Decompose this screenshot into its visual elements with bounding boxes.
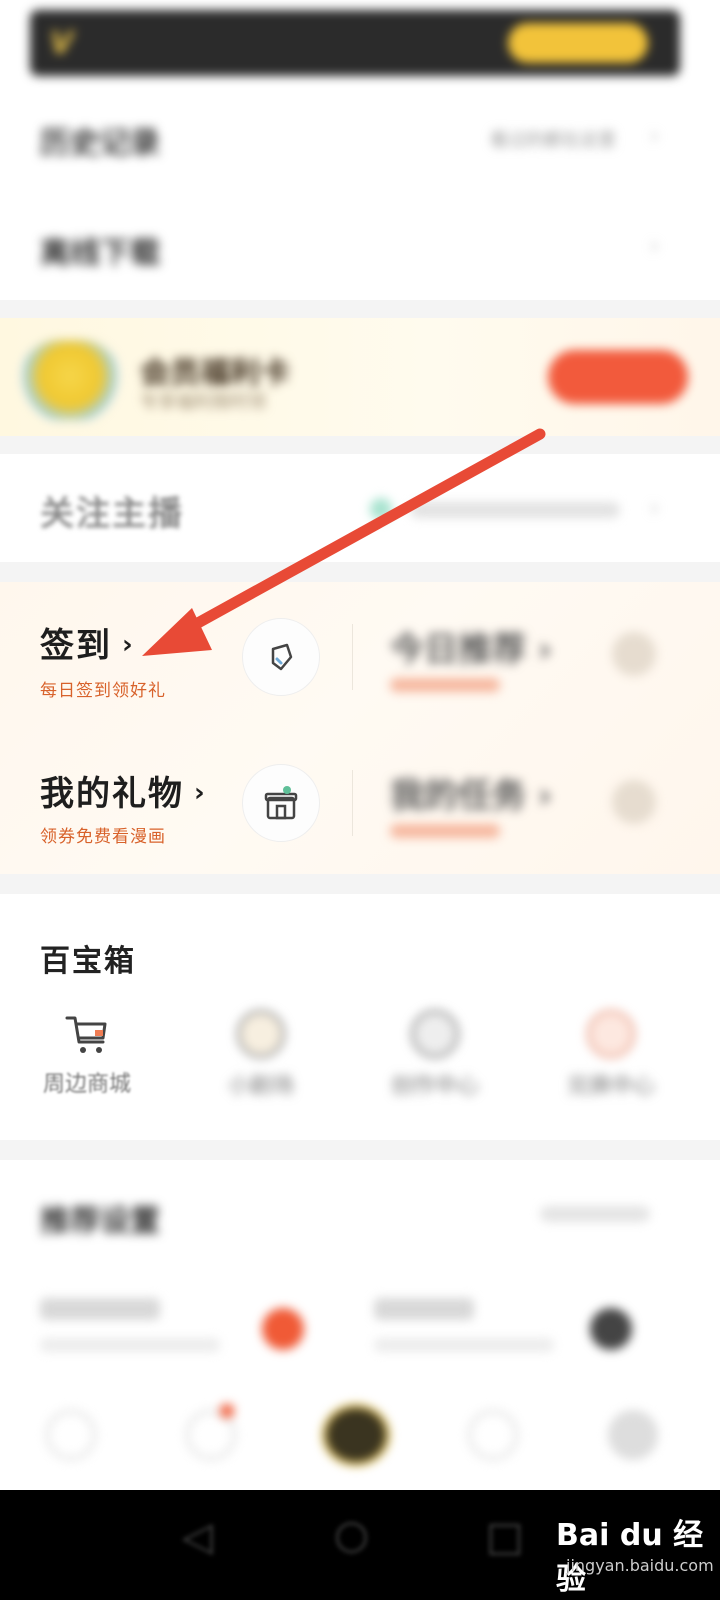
red-arrow-annotation: [142, 428, 546, 656]
recommend-item-1-desc: [40, 1338, 220, 1352]
nav-community-icon[interactable]: [468, 1410, 518, 1460]
baidu-watermark: Bai du 经验: [556, 1518, 704, 1597]
tool-exchange-label: 兑换中心: [566, 1074, 655, 1099]
nav-vip-icon[interactable]: [322, 1404, 390, 1466]
recommend-item-1-title[interactable]: [40, 1298, 160, 1320]
tool-creator[interactable]: 创作中心: [380, 1010, 490, 1100]
tool-theater[interactable]: 小剧场: [206, 1010, 316, 1100]
section-divider: [0, 874, 720, 894]
tool-theater-label: 小剧场: [227, 1074, 294, 1099]
nav-home-icon[interactable]: [46, 1410, 96, 1460]
recommend-item-2-desc: [374, 1338, 554, 1352]
recommend-toggle-2[interactable]: [590, 1308, 632, 1350]
tool-creator-label: 创作中心: [390, 1074, 479, 1099]
baidu-watermark-url: jingyan.baidu.com: [566, 1556, 714, 1575]
treasure-box-title: 百宝箱: [40, 944, 136, 979]
nav-badge: [220, 1404, 234, 1418]
recommend-more[interactable]: [540, 1206, 650, 1222]
tool-exchange[interactable]: 兑换中心: [556, 1010, 666, 1100]
back-icon[interactable]: ◁: [182, 1514, 213, 1560]
recommend-title: 推荐设置: [40, 1204, 160, 1239]
tool-mall[interactable]: 周边商城: [32, 1010, 142, 1098]
recents-icon[interactable]: □: [486, 1514, 524, 1560]
tool-mall-label: 周边商城: [42, 1072, 131, 1097]
creator-icon: [411, 1010, 459, 1058]
duck-face-icon: [237, 1010, 285, 1058]
section-divider: [0, 1140, 720, 1160]
nav-profile-icon[interactable]: [608, 1410, 658, 1460]
shopping-cart-icon: [65, 1016, 107, 1053]
recommend-item-2-title[interactable]: [374, 1298, 474, 1320]
exchange-icon: [587, 1010, 635, 1058]
recommend-toggle-1[interactable]: [262, 1308, 304, 1350]
home-icon[interactable]: ○: [334, 1512, 369, 1558]
